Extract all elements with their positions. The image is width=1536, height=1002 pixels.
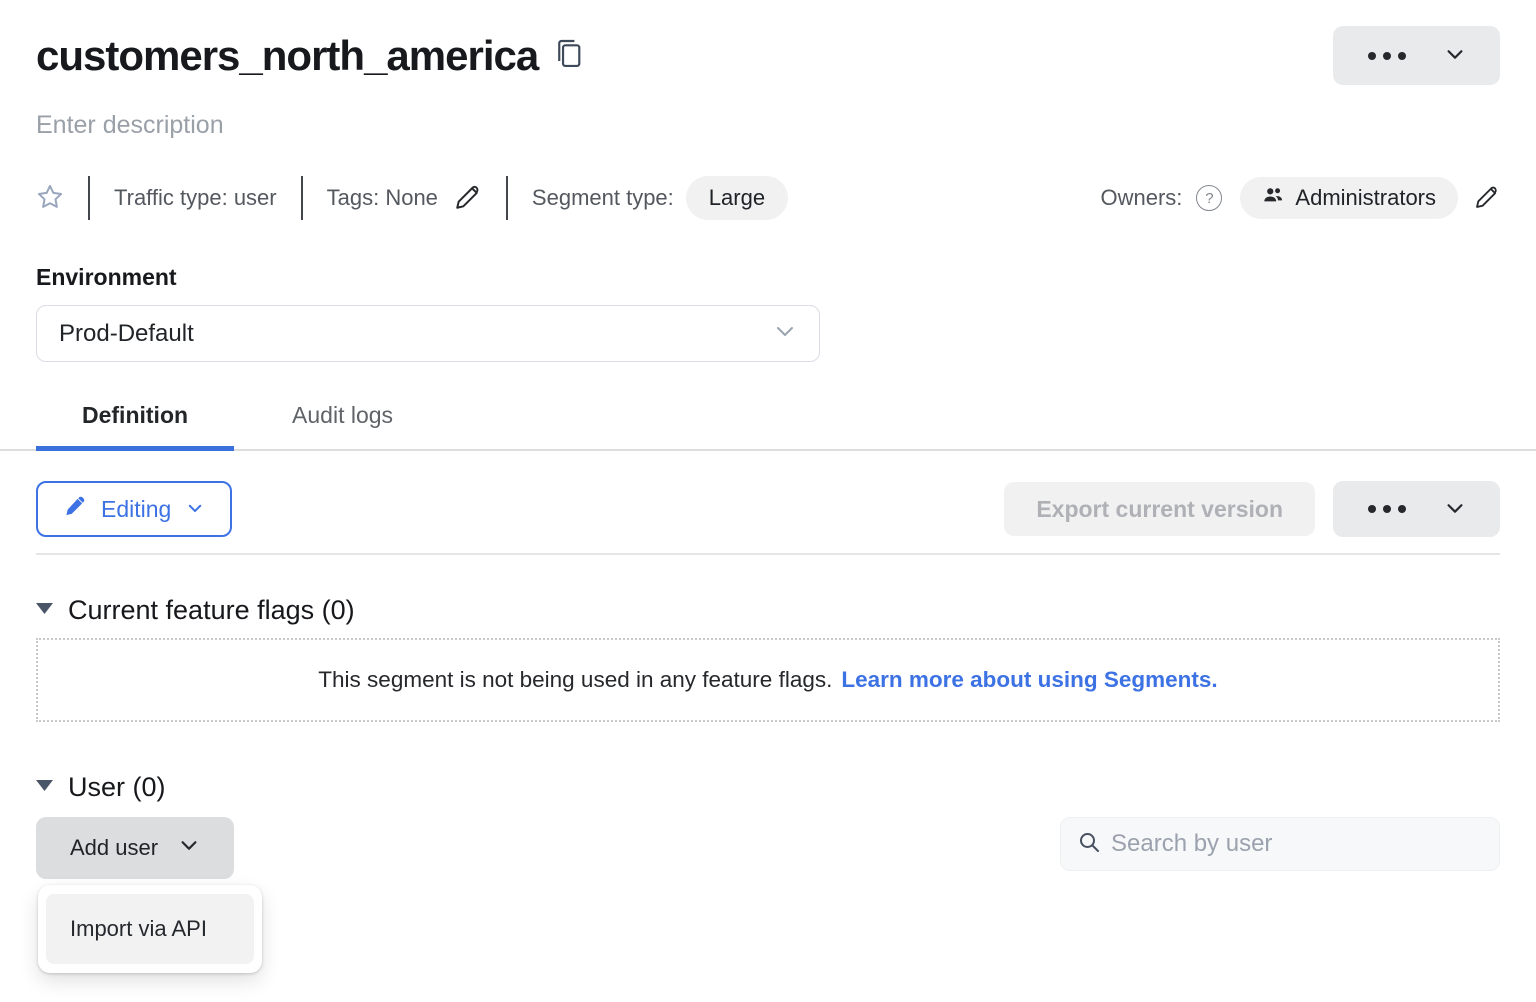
help-circle-icon[interactable]: ? — [1196, 185, 1222, 211]
add-user-button[interactable]: Add user — [36, 817, 234, 879]
ellipsis-icon — [1368, 52, 1406, 60]
triangle-down-icon — [36, 779, 53, 797]
divider — [301, 176, 303, 220]
divider — [88, 176, 90, 220]
user-search — [1060, 817, 1500, 871]
user-heading-label: User (0) — [68, 772, 166, 803]
owners-pill[interactable]: Administrators — [1240, 177, 1458, 219]
tab-audit-logs[interactable]: Audit logs — [246, 402, 439, 449]
user-section: User (0) Add user Import via API — [0, 772, 1536, 879]
search-by-user-input[interactable] — [1111, 830, 1483, 858]
environment-selected-value: Prod-Default — [59, 320, 194, 348]
ellipsis-icon — [1368, 505, 1406, 513]
pencil-icon — [454, 183, 482, 214]
page-title: customers_north_america — [36, 32, 538, 80]
toolbar-more-button[interactable] — [1333, 481, 1500, 537]
add-user-label: Add user — [70, 835, 158, 861]
owners-value: Administrators — [1295, 185, 1436, 211]
feature-flags-heading-label: Current feature flags (0) — [68, 595, 355, 626]
chevron-down-icon — [186, 496, 204, 523]
triangle-down-icon — [36, 602, 53, 620]
pencil-icon — [1474, 184, 1500, 213]
traffic-type-label: Traffic type: user — [114, 185, 277, 211]
copy-icon — [556, 39, 582, 72]
tags-label: Tags: None — [327, 185, 438, 211]
edit-tags-button[interactable] — [454, 183, 482, 214]
empty-message: This segment is not being used in any fe… — [318, 667, 832, 693]
pencil-icon — [64, 495, 86, 523]
environment-select[interactable]: Prod-Default — [36, 305, 820, 362]
divider — [506, 176, 508, 220]
chevron-down-icon — [178, 834, 200, 862]
editing-label: Editing — [101, 496, 171, 523]
tab-definition[interactable]: Definition — [36, 402, 234, 449]
environment-section: Environment Prod-Default — [0, 264, 1536, 362]
people-icon — [1262, 185, 1284, 211]
search-icon — [1077, 830, 1101, 859]
feature-flags-section: Current feature flags (0) This segment i… — [0, 595, 1536, 722]
copy-name-button[interactable] — [556, 39, 582, 72]
feature-flags-empty-state: This segment is not being used in any fe… — [36, 638, 1500, 722]
user-heading[interactable]: User (0) — [36, 772, 1500, 803]
export-current-version-button[interactable]: Export current version — [1004, 482, 1315, 536]
chevron-down-icon — [1444, 497, 1466, 522]
segment-type-label: Segment type: — [532, 185, 674, 211]
user-controls-row: Add user Import via API — [36, 817, 1500, 879]
favorite-star-button[interactable] — [36, 183, 64, 214]
owners-label: Owners: — [1100, 185, 1182, 211]
menu-item-import-via-api[interactable]: Import via API — [46, 894, 254, 964]
edit-owners-button[interactable] — [1474, 184, 1500, 213]
description-field[interactable]: Enter description — [0, 111, 1536, 140]
meta-row: Traffic type: user Tags: None Segment ty… — [0, 176, 1536, 220]
definition-toolbar: Editing Export current version — [0, 481, 1536, 537]
chevron-down-icon — [773, 319, 797, 348]
editing-status-button[interactable]: Editing — [36, 481, 232, 537]
section-divider — [36, 553, 1500, 555]
learn-more-link[interactable]: Learn more about using Segments. — [841, 667, 1217, 693]
header: customers_north_america — [0, 26, 1536, 85]
add-user-menu: Import via API — [38, 885, 262, 973]
chevron-down-icon — [1444, 43, 1466, 68]
segment-type-badge: Large — [686, 176, 788, 220]
owners-group: Owners: ? Administrators — [1100, 177, 1500, 219]
header-more-button[interactable] — [1333, 26, 1500, 85]
star-icon — [36, 183, 64, 214]
environment-label: Environment — [36, 264, 1500, 291]
feature-flags-heading[interactable]: Current feature flags (0) — [36, 595, 1500, 626]
tab-bar: Definition Audit logs — [0, 402, 1536, 451]
